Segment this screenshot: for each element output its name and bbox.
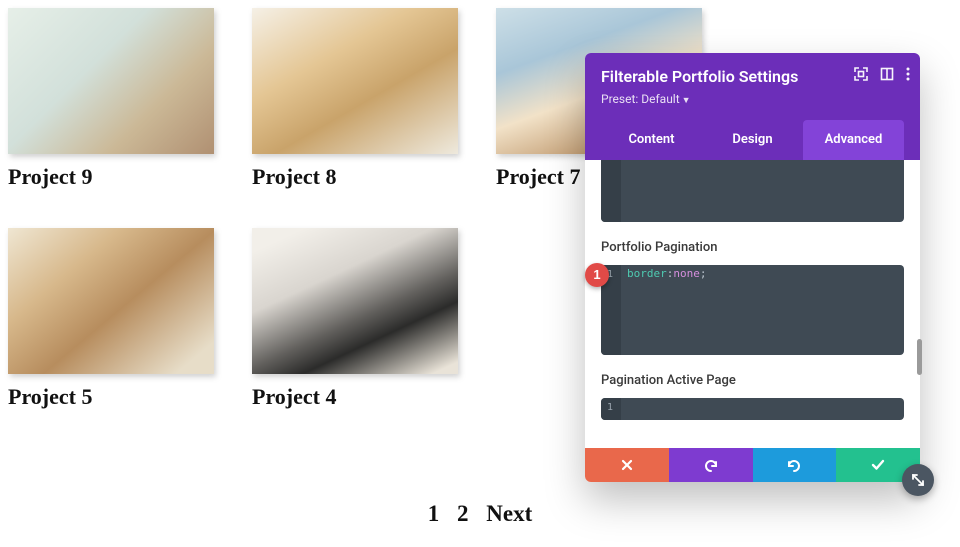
project-title: Project 5 (8, 384, 248, 410)
project-title: Project 9 (8, 164, 248, 190)
page-1-link[interactable]: 1 (428, 501, 440, 527)
redo-button[interactable] (753, 448, 837, 482)
preset-selector[interactable]: Preset: Default▼ (601, 92, 904, 106)
section-label-active-page: Pagination Active Page (601, 373, 904, 388)
settings-panel: Filterable Portfolio Settings Preset: De… (585, 53, 920, 482)
project-thumbnail[interactable] (8, 8, 214, 154)
page-2-link[interactable]: 2 (457, 501, 469, 527)
preset-label: Preset: Default (601, 92, 680, 106)
css-editor-active-page[interactable]: 1 (601, 398, 904, 420)
more-icon[interactable] (906, 67, 910, 81)
panel-body: Portfolio Pagination 1 1 border:none; Pa… (585, 160, 920, 448)
code-gutter (601, 160, 621, 222)
css-editor-pagination[interactable]: 1 border:none; (601, 265, 904, 355)
expand-icon[interactable] (854, 67, 868, 81)
section-label-pagination: Portfolio Pagination (601, 240, 904, 255)
line-number: 1 (607, 402, 613, 413)
project-title: Project 8 (252, 164, 492, 190)
tab-design[interactable]: Design (702, 120, 803, 160)
project-thumbnail[interactable] (8, 228, 214, 374)
header-actions (854, 67, 910, 81)
columns-icon[interactable] (880, 67, 894, 81)
css-editor[interactable] (601, 160, 904, 222)
portfolio-item[interactable]: Project 5 (8, 228, 248, 410)
panel-footer (585, 448, 920, 482)
scrollbar-thumb[interactable] (917, 339, 922, 375)
pagination: 1 2 Next (0, 501, 960, 527)
undo-button[interactable] (669, 448, 753, 482)
project-thumbnail[interactable] (252, 228, 458, 374)
settings-tabs: Content Design Advanced (601, 120, 904, 160)
portfolio-item[interactable]: Project 4 (252, 228, 492, 410)
project-thumbnail[interactable] (252, 8, 458, 154)
tab-advanced[interactable]: Advanced (803, 120, 904, 160)
chevron-down-icon: ▼ (682, 96, 691, 106)
portfolio-item[interactable]: Project 8 (252, 8, 492, 190)
discard-button[interactable] (585, 448, 669, 482)
next-page-link[interactable]: Next (486, 501, 532, 527)
code-content: border:none; (627, 267, 707, 280)
tab-content[interactable]: Content (601, 120, 702, 160)
panel-header[interactable]: Filterable Portfolio Settings Preset: De… (585, 53, 920, 160)
resize-handle[interactable] (902, 464, 934, 496)
project-title: Project 4 (252, 384, 492, 410)
portfolio-item[interactable]: Project 9 (8, 8, 248, 190)
annotation-marker-1: 1 (585, 263, 609, 287)
